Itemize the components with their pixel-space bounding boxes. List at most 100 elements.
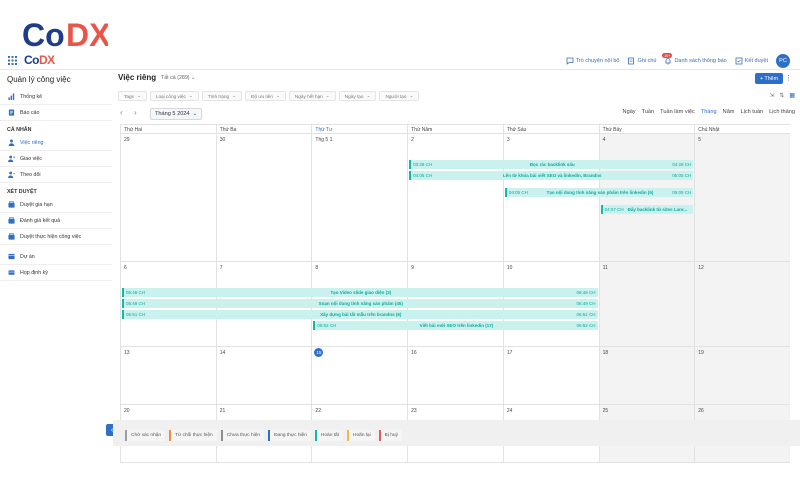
filter-label: Tags [124, 93, 134, 99]
day-number: 7 [219, 265, 223, 271]
legend-status[interactable]: Bị huỷ [378, 429, 402, 441]
filter-settings-icon[interactable]: ⇲ [769, 92, 774, 99]
filter-dropdown[interactable]: Độ ưu tiên ⌄ [245, 91, 286, 101]
calendar-day[interactable]: Thg 5 1 [311, 134, 407, 261]
more-options-icon[interactable]: ⋮ [785, 74, 792, 82]
header-action-label: Ghi chú [637, 58, 657, 64]
view-tab[interactable]: Ngày [623, 109, 636, 115]
calendar-day[interactable]: 14 [215, 347, 312, 404]
filter-dropdown[interactable]: Tình trạng ⌄ [201, 91, 243, 101]
legend-status[interactable]: Hoàn tất [314, 429, 344, 441]
top-header: CoDX Trò chuyện nội bộ Ghi chú 10+ Danh sác… [0, 52, 800, 70]
week-cells: 29 30 Thg 5 1 2 3 4 5 [120, 134, 790, 261]
calendar-day[interactable]: 30 [215, 134, 312, 261]
view-tab[interactable]: Lịch tuần [740, 109, 763, 115]
sidebar-item-assign[interactable]: Giao việc [0, 151, 112, 167]
chat-icon [566, 57, 574, 65]
avatar[interactable]: PC [776, 54, 790, 68]
event-title: Xây dựng bài tất mẫu trên brandns (6) [320, 312, 402, 317]
apps-grid-icon[interactable] [8, 56, 17, 65]
view-tab[interactable]: Tuần [642, 109, 655, 115]
sidebar-item-project[interactable]: Dự án [0, 249, 112, 265]
calendar-day[interactable]: 16 [407, 347, 503, 404]
legend-status[interactable]: Chưa thực hiện [220, 429, 265, 441]
weekday-label: Thứ Hai [120, 125, 216, 133]
calendar-day[interactable]: 11 [598, 262, 695, 346]
sidebar-item-label: Báo cáo [20, 109, 40, 116]
calendar-day[interactable]: 12 [694, 262, 790, 346]
sidebar-item-person[interactable]: Việc riêng [0, 135, 112, 151]
sidebar-item-follow[interactable]: Theo dõi [0, 167, 112, 183]
sidebar-item-chart[interactable]: Thống kê [0, 89, 112, 105]
calendar-event[interactable]: 05:48 CH Tạo Video slide giao diện (3) 06:… [122, 288, 598, 297]
event-start-time: 05:49 CH [126, 301, 146, 306]
filter-dropdown[interactable]: Loại công việc ⌄ [149, 91, 199, 101]
event-end-time: 06:52 CH [576, 323, 596, 328]
legend-status[interactable]: Hoãn lại [347, 429, 375, 441]
month-calendar: Thứ Hai Thứ Ba Thứ Tư Thứ Năm Thứ Sáu Thứ Bảy… [120, 124, 790, 463]
assign-icon [8, 155, 15, 162]
prev-arrow-icon[interactable]: ‹ [120, 108, 123, 117]
codx-small-logo[interactable]: CoDX [24, 53, 55, 67]
sidebar-item-evaluate[interactable]: Đánh giá kết quả [0, 213, 112, 229]
svg-text:Co: Co [22, 18, 65, 53]
header-action-bell[interactable]: 10+ Danh sách thông báo [662, 53, 727, 65]
legend-status[interactable]: Đang thực hiện [268, 429, 311, 441]
legend-status[interactable]: Từ chối thực hiện [169, 429, 217, 441]
filter-dropdown[interactable]: Ngày hết hạn ⌄ [288, 91, 336, 101]
calendar-event[interactable]: 05:51 CH Xây dựng bài tất mẫu trên brandn… [122, 310, 598, 319]
view-tab[interactable]: Lịch tháng [769, 109, 795, 115]
legend-status[interactable]: Chờ xác nhận [125, 429, 166, 441]
day-number: 10 [506, 265, 513, 271]
calendar-event[interactable]: 04:05 CH Tạo nội dung tính năng sản phẩm … [504, 188, 694, 197]
meeting-icon [8, 269, 15, 276]
weekday-label: Chủ Nhật [694, 125, 790, 133]
view-tab[interactable]: Năm [723, 109, 735, 115]
add-button[interactable]: + Thêm [754, 73, 783, 84]
project-icon [8, 253, 15, 260]
sidebar-section-title: XÉT DUYỆT [7, 189, 37, 195]
sidebar-item-report[interactable]: Báo cáo [0, 105, 112, 121]
calendar-event[interactable]: 03:28 CH Đọc rác backlink sẩu 04:28 CH [409, 160, 694, 169]
calendar-icon[interactable]: ▦ [789, 92, 795, 99]
extend-icon [8, 201, 15, 208]
calendar-day[interactable]: 19 [694, 347, 790, 404]
calendar-day[interactable]: 18 [598, 347, 695, 404]
next-arrow-icon[interactable]: › [134, 108, 137, 117]
view-tab[interactable]: Tuần làm việc [660, 109, 695, 115]
calendar-day[interactable]: 17 [502, 347, 599, 404]
sort-icon[interactable]: ⇅ [779, 92, 784, 99]
sidebar-item-label: Duyệt gia hạn [20, 201, 53, 208]
sidebar-item-approve-task[interactable]: Duyệt thực hiện công việc [0, 229, 112, 245]
calendar-event[interactable]: 05:49 CH Soạn nội dung tính năng sản phẩm… [122, 299, 598, 308]
header-action-note[interactable]: Ghi chú [627, 57, 656, 65]
calendar-event[interactable]: 04:07 CH Đẩy backlink từ sites Lanr... [600, 205, 694, 214]
event-title: Lên từ khóa bài viết SEO và linkedin, Br… [502, 173, 602, 178]
filter-all-dropdown[interactable]: Tất cả (289) ⌄ [161, 75, 195, 81]
calendar-day[interactable]: 2 [407, 134, 503, 261]
sidebar-item-label: Việc riêng [20, 139, 44, 146]
calendar-day[interactable]: 5 [694, 134, 790, 261]
filter-dropdown[interactable]: Ngày tạo ⌄ [338, 91, 377, 101]
view-tab[interactable]: Tháng [701, 109, 717, 115]
day-number: 15 [314, 348, 324, 357]
calendar-day[interactable]: 15 [311, 347, 407, 404]
sidebar-item-extend[interactable]: Duyệt gia hạn [0, 197, 112, 213]
header-action-chat[interactable]: Trò chuyện nội bộ [566, 57, 619, 65]
filter-dropdown[interactable]: Người tạo ⌄ [379, 91, 420, 101]
event-title: Tạo Video slide giao diện (3) [330, 290, 392, 295]
sidebar-item-label: Họp định kỳ [20, 269, 48, 276]
day-number: 5 [698, 137, 702, 143]
header-action-approval[interactable]: Kết duyệt [735, 57, 768, 65]
filter-label: Người tạo [385, 93, 407, 99]
calendar-day[interactable]: 29 [120, 134, 216, 261]
calendar-event[interactable]: 04:05 CH Lên từ khóa bài viết SEO và link… [409, 171, 694, 180]
chevron-down-icon: ⌄ [232, 93, 237, 98]
calendar-event[interactable]: 05:52 CH Viết bài mới SEO trên linkedin (… [313, 321, 598, 330]
calendar-day[interactable]: 3 [502, 134, 599, 261]
sidebar-item-meeting[interactable]: Họp định kỳ [0, 265, 112, 281]
calendar-day[interactable]: 13 [120, 347, 216, 404]
calendar-day[interactable]: 4 [598, 134, 695, 261]
filter-dropdown[interactable]: Tags ⌄ [118, 91, 147, 101]
month-selector[interactable]: Tháng 5 2024 ⌄ [150, 108, 203, 120]
